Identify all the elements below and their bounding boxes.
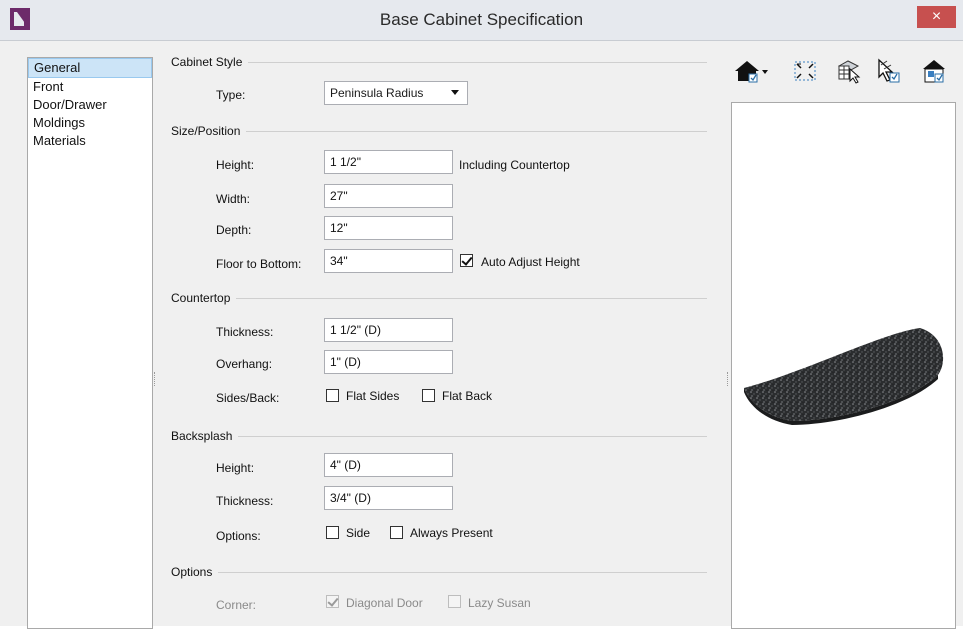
close-button[interactable]: × xyxy=(917,6,956,28)
type-select-value: Peninsula Radius xyxy=(330,86,424,100)
preview-pane[interactable] xyxy=(731,102,956,629)
chevron-down-icon xyxy=(451,90,459,95)
always-present-checkbox[interactable] xyxy=(390,526,403,539)
nav-item-front[interactable]: Front xyxy=(28,78,152,96)
side-checkbox[interactable] xyxy=(326,526,339,539)
window-title: Base Cabinet Specification xyxy=(379,10,584,29)
fill-window-icon xyxy=(794,61,816,81)
depth-label: Depth: xyxy=(216,223,252,237)
lazy-susan-checkbox[interactable] xyxy=(448,595,461,608)
nav-item-materials[interactable]: Materials xyxy=(28,132,152,150)
backsplash-height-field[interactable]: 4" (D) xyxy=(324,453,453,477)
height-field[interactable]: 1 1/2" xyxy=(324,150,453,174)
nav-item-door-drawer[interactable]: Door/Drawer xyxy=(28,96,152,114)
diagonal-door-checkbox[interactable] xyxy=(326,595,339,608)
overhang-label: Overhang: xyxy=(216,357,273,371)
countertop-preview xyxy=(744,328,944,425)
dialog-body: General Front Door/Drawer Moldings Mater… xyxy=(0,41,963,629)
group-title-cabinet-style: Cabinet Style xyxy=(171,55,249,69)
lazy-susan-label: Lazy Susan xyxy=(468,596,531,610)
group-line xyxy=(171,298,707,299)
group-title-countertop: Countertop xyxy=(171,291,237,305)
backsplash-thickness-field[interactable]: 3/4" (D) xyxy=(324,486,453,510)
cursor-select-icon xyxy=(878,58,900,83)
floor-to-bottom-field[interactable]: 34" xyxy=(324,249,453,273)
auto-adjust-height-label: Auto Adjust Height xyxy=(481,255,580,269)
splitter-left[interactable] xyxy=(154,372,157,386)
width-field[interactable]: 27" xyxy=(324,184,453,208)
backsplash-height-label: Height: xyxy=(216,461,255,475)
group-title-options: Options xyxy=(171,565,219,579)
category-list: General Front Door/Drawer Moldings Mater… xyxy=(27,57,153,629)
floor-to-bottom-label: Floor to Bottom: xyxy=(216,257,302,271)
backsplash-thickness-label: Thickness: xyxy=(216,494,274,508)
type-label: Type: xyxy=(216,88,246,102)
width-label: Width: xyxy=(216,192,251,206)
backsplash-options-label: Options: xyxy=(216,529,261,543)
title-bar: Base Cabinet Specification × xyxy=(0,0,963,41)
flat-sides-checkbox[interactable] xyxy=(326,389,339,402)
camera-view-icon xyxy=(735,61,768,83)
countertop-thickness-field[interactable]: 1 1/2" (D) xyxy=(324,318,453,342)
flat-back-label: Flat Back xyxy=(442,389,493,403)
fill-window-button[interactable] xyxy=(792,57,818,85)
overhang-field[interactable]: 1" (D) xyxy=(324,350,453,374)
depth-field[interactable]: 12" xyxy=(324,216,453,240)
nav-item-moldings[interactable]: Moldings xyxy=(28,114,152,132)
corner-label: Corner: xyxy=(216,598,257,612)
group-title-backsplash: Backsplash xyxy=(171,429,239,443)
group-title-size-position: Size/Position xyxy=(171,124,247,138)
camera-view-button[interactable] xyxy=(733,57,769,85)
group-line xyxy=(171,572,707,573)
countertop-thickness-label: Thickness: xyxy=(216,325,274,339)
side-label: Side xyxy=(346,526,371,540)
cursor-select-button[interactable] xyxy=(875,57,901,85)
height-note: Including Countertop xyxy=(459,158,570,172)
home-view-icon xyxy=(923,60,945,83)
height-label: Height: xyxy=(216,158,255,172)
splitter-right[interactable] xyxy=(727,372,730,386)
type-select[interactable]: Peninsula Radius xyxy=(324,81,468,105)
group-line xyxy=(171,131,707,132)
flat-back-checkbox[interactable] xyxy=(422,389,435,402)
auto-adjust-height-checkbox[interactable] xyxy=(460,254,473,267)
flat-sides-label: Flat Sides xyxy=(346,389,400,403)
select-objects-icon xyxy=(837,60,861,84)
select-objects-button[interactable] xyxy=(836,57,862,85)
diagonal-door-label: Diagonal Door xyxy=(346,596,423,610)
group-line xyxy=(171,436,707,437)
always-present-label: Always Present xyxy=(410,526,493,540)
nav-item-general[interactable]: General xyxy=(28,58,152,78)
group-line xyxy=(171,62,707,63)
home-view-button[interactable] xyxy=(920,57,946,85)
sides-back-label: Sides/Back: xyxy=(216,391,280,405)
